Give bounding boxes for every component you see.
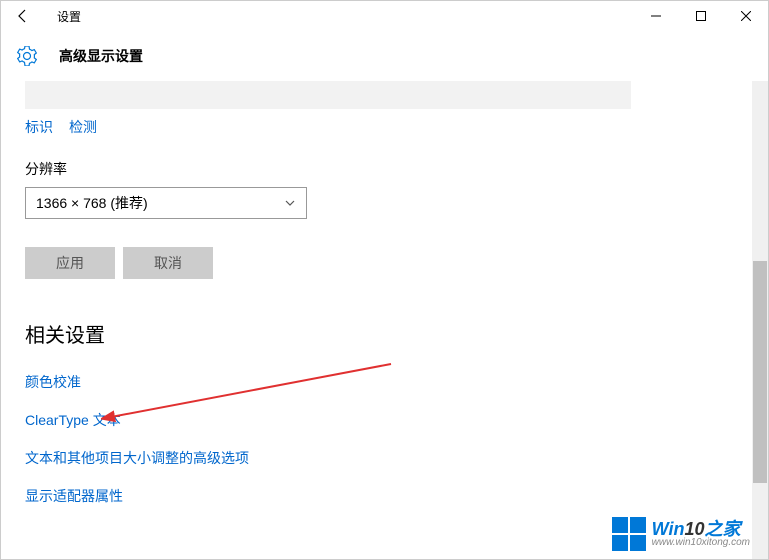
- detect-link[interactable]: 检测: [69, 117, 97, 137]
- resolution-value: 1366 × 768 (推荐): [36, 193, 148, 213]
- action-buttons: 应用 取消: [25, 247, 744, 279]
- resolution-label: 分辨率: [25, 159, 744, 179]
- display-actions: 标识 检测: [25, 117, 744, 137]
- window-title: 设置: [57, 8, 81, 25]
- minimize-icon: [651, 11, 661, 21]
- apply-button[interactable]: 应用: [25, 247, 115, 279]
- cancel-button[interactable]: 取消: [123, 247, 213, 279]
- watermark-text: Win10之家 www.win10xitong.com: [652, 520, 750, 548]
- titlebar: 设置: [1, 1, 768, 31]
- page-title: 高级显示设置: [59, 46, 143, 66]
- color-calibration-link[interactable]: 颜色校准: [25, 372, 744, 392]
- header: 高级显示设置: [1, 31, 768, 81]
- arrow-left-icon: [15, 8, 31, 24]
- scrollbar[interactable]: [752, 81, 768, 559]
- watermark-brand-a: Win: [652, 519, 685, 539]
- minimize-button[interactable]: [633, 1, 678, 31]
- watermark: Win10之家 www.win10xitong.com: [612, 517, 750, 551]
- watermark-url: www.win10xitong.com: [652, 538, 750, 548]
- text-scaling-link[interactable]: 文本和其他项目大小调整的高级选项: [25, 448, 744, 468]
- close-icon: [741, 11, 751, 21]
- watermark-brand-b: 10: [684, 519, 704, 539]
- scroll-thumb[interactable]: [753, 261, 767, 483]
- back-button[interactable]: [1, 1, 45, 31]
- content-area: 标识 检测 分辨率 1366 × 768 (推荐) 应用 取消 相关设置 颜色校…: [1, 81, 768, 559]
- identify-link[interactable]: 标识: [25, 117, 53, 137]
- resolution-select[interactable]: 1366 × 768 (推荐): [25, 187, 307, 219]
- settings-icon: [17, 46, 37, 66]
- display-adapter-link[interactable]: 显示适配器属性: [25, 486, 744, 506]
- watermark-brand-c: 之家: [704, 519, 740, 539]
- watermark-logo-icon: [612, 517, 646, 551]
- cleartype-link[interactable]: ClearType 文本: [25, 410, 744, 430]
- related-settings-title: 相关设置: [25, 319, 744, 348]
- maximize-button[interactable]: [678, 1, 723, 31]
- maximize-icon: [696, 11, 706, 21]
- chevron-down-icon: [284, 197, 296, 209]
- close-button[interactable]: [723, 1, 768, 31]
- window-controls: [633, 1, 768, 31]
- display-preview: [25, 81, 631, 109]
